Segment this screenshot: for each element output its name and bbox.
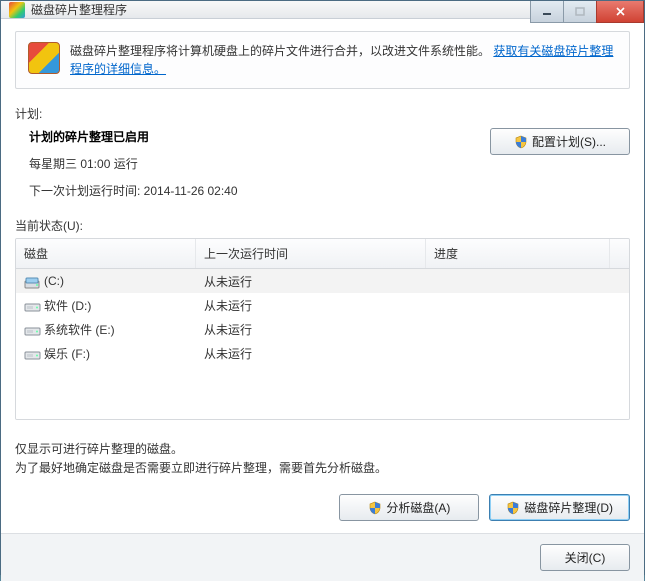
disk-name: 软件 (D:) (44, 299, 91, 313)
schedule-details: 计划的碎片整理已启用 每星期三 01:00 运行 下一次计划运行时间: 2014… (15, 128, 478, 209)
schedule-next: 下一次计划运行时间: 2014-11-26 02:40 (29, 182, 478, 199)
minimize-button[interactable] (530, 1, 564, 23)
maximize-button[interactable] (563, 1, 597, 23)
analyze-button[interactable]: 分析磁盘(A) (339, 494, 479, 521)
drive-icon (24, 300, 40, 312)
configure-schedule-button[interactable]: 配置计划(S)... (490, 128, 630, 155)
window-title: 磁盘碎片整理程序 (31, 1, 127, 18)
info-text: 磁盘碎片整理程序将计算机硬盘上的碎片文件进行合并，以改进文件系统性能。 获取有关… (70, 42, 617, 78)
close-button-label: 关闭(C) (565, 549, 606, 566)
status-label: 当前状态(U): (15, 217, 630, 234)
schedule-label: 计划: (15, 105, 630, 122)
disk-name: 系统软件 (E:) (44, 323, 115, 337)
schedule-enabled: 计划的碎片整理已启用 (29, 128, 478, 145)
drive-icon (24, 348, 40, 360)
content-area: 磁盘碎片整理程序将计算机硬盘上的碎片文件进行合并，以改进文件系统性能。 获取有关… (1, 19, 644, 581)
progress (426, 299, 629, 311)
shield-icon (506, 501, 520, 515)
last-run: 从未运行 (196, 339, 426, 368)
defrag-button-label: 磁盘碎片整理(D) (524, 499, 613, 516)
notes: 仅显示可进行碎片整理的磁盘。 为了最好地确定磁盘是否需要立即进行碎片整理，需要首… (15, 440, 630, 478)
note-line1: 仅显示可进行碎片整理的磁盘。 (15, 440, 630, 459)
table-row[interactable]: 娱乐 (F:) 从未运行 (16, 341, 629, 365)
drive-icon (24, 324, 40, 336)
close-window-button[interactable] (596, 1, 644, 23)
table-row[interactable]: 系统软件 (E:)从未运行 (16, 317, 629, 341)
progress (426, 275, 629, 287)
schedule-run: 每星期三 01:00 运行 (29, 155, 478, 172)
close-row: 关闭(C) (1, 533, 644, 581)
header-disk[interactable]: 磁盘 (16, 239, 196, 268)
configure-button-label: 配置计划(S)... (532, 133, 606, 150)
app-window: 磁盘碎片整理程序 磁盘碎片整理程序将计算机硬盘上的碎片文件进行合并，以改进文件系… (0, 0, 645, 575)
shield-icon (514, 135, 528, 149)
shield-icon (368, 501, 382, 515)
defrag-button[interactable]: 磁盘碎片整理(D) (489, 494, 630, 521)
progress (426, 347, 629, 359)
close-button[interactable]: 关闭(C) (540, 544, 630, 571)
note-line2: 为了最好地确定磁盘是否需要立即进行碎片整理，需要首先分析磁盘。 (15, 459, 630, 478)
schedule-area: 计划的碎片整理已启用 每星期三 01:00 运行 下一次计划运行时间: 2014… (15, 128, 630, 209)
analyze-button-label: 分析磁盘(A) (386, 499, 450, 516)
table-row[interactable]: 软件 (D:)从未运行 (16, 293, 629, 317)
table-body: (C:)从未运行软件 (D:)从未运行系统软件 (E:)从未运行娱乐 (F:) 从… (16, 269, 629, 419)
table-header: 磁盘 上一次运行时间 进度 (16, 239, 629, 269)
app-icon (9, 2, 25, 18)
titlebar: 磁盘碎片整理程序 (1, 1, 644, 19)
footer-buttons: 分析磁盘(A) 磁盘碎片整理(D) (15, 494, 630, 521)
window-controls (531, 1, 644, 23)
disk-name: (C:) (44, 274, 64, 288)
defrag-icon (28, 42, 60, 74)
disk-table: 磁盘 上一次运行时间 进度 (C:)从未运行软件 (D:)从未运行系统软件 (E… (15, 238, 630, 420)
drive-icon (24, 276, 40, 288)
info-box: 磁盘碎片整理程序将计算机硬盘上的碎片文件进行合并，以改进文件系统性能。 获取有关… (15, 31, 630, 89)
progress (426, 323, 629, 335)
header-last-run[interactable]: 上一次运行时间 (196, 239, 426, 268)
table-row[interactable]: (C:)从未运行 (16, 269, 629, 293)
disk-name: 娱乐 (F:) (44, 347, 90, 361)
header-spacer (609, 239, 629, 268)
header-progress[interactable]: 进度 (426, 239, 609, 268)
info-description: 磁盘碎片整理程序将计算机硬盘上的碎片文件进行合并，以改进文件系统性能。 (70, 44, 490, 58)
